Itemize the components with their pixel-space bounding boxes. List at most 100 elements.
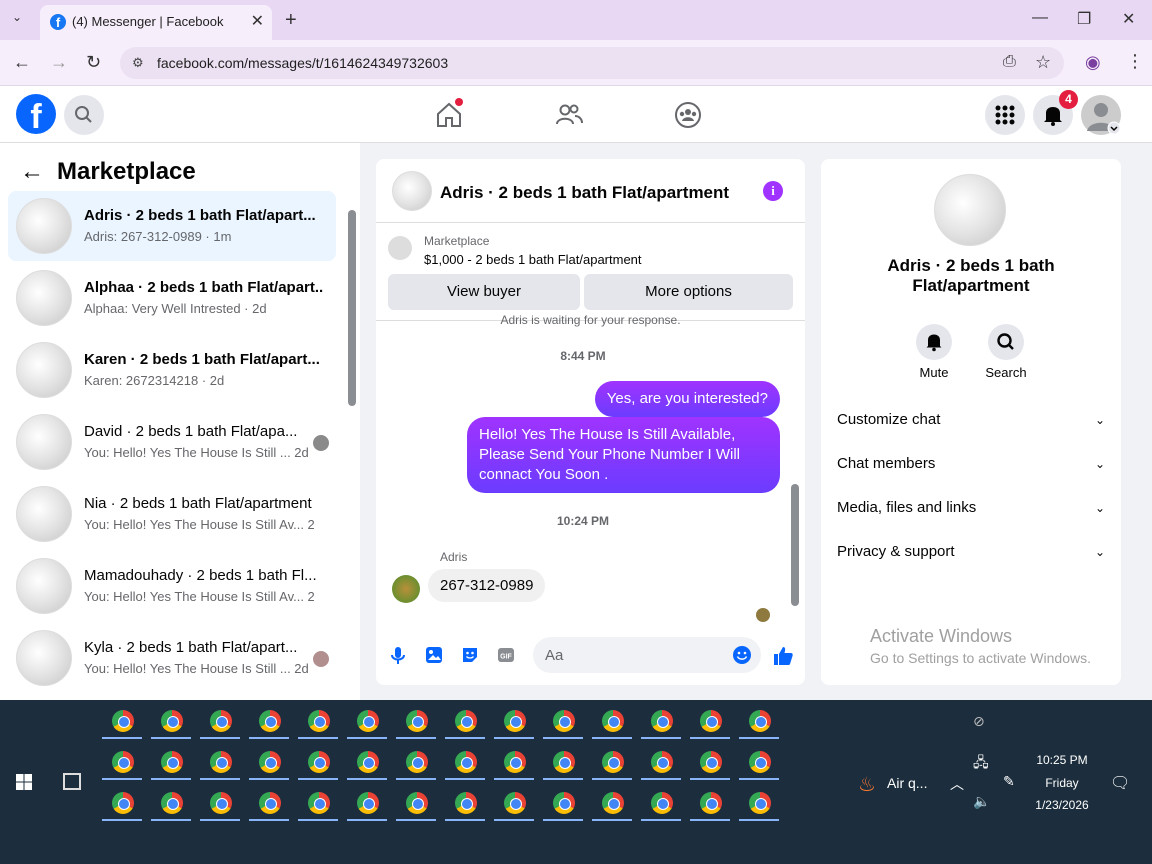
taskbar-app-icon[interactable]: [494, 744, 534, 780]
listing-price-title[interactable]: $1,000 - 2 beds 1 bath Flat/apartment: [424, 252, 642, 267]
notification-center-icon[interactable]: 🗨: [1110, 773, 1130, 793]
page-scrollbar[interactable]: [1138, 143, 1152, 700]
taskbar-app-icon[interactable]: [641, 703, 681, 739]
taskbar-app-icon[interactable]: [494, 785, 534, 821]
task-view-icon[interactable]: [63, 773, 81, 790]
back-arrow-icon[interactable]: ←: [20, 158, 44, 186]
taskbar-app-icon[interactable]: [445, 785, 485, 821]
customize-chat-row[interactable]: Customize chat ⌄: [837, 411, 1105, 435]
outgoing-message[interactable]: Hello! Yes The House Is Still Available,…: [467, 417, 780, 493]
search-in-chat-button[interactable]: [988, 324, 1024, 360]
browser-tab[interactable]: f (4) Messenger | Facebook ✕: [40, 5, 272, 40]
profile-icon[interactable]: ◉: [1085, 52, 1101, 73]
taskbar-app-icon[interactable]: [347, 703, 387, 739]
taskbar-app-icon[interactable]: [739, 744, 779, 780]
taskbar-app-icon[interactable]: [200, 744, 240, 780]
account-avatar[interactable]: [1081, 95, 1121, 135]
taskbar-app-icon[interactable]: [298, 744, 338, 780]
taskbar-app-icon[interactable]: [690, 785, 730, 821]
taskbar-app-icon[interactable]: [592, 703, 632, 739]
chat-title[interactable]: Adris · 2 beds 1 bath Flat/apartment: [440, 183, 729, 203]
taskbar-app-icon[interactable]: [151, 703, 191, 739]
taskbar-app-icon[interactable]: [494, 703, 534, 739]
sticker-icon[interactable]: [460, 645, 480, 665]
taskbar-app-icon[interactable]: [298, 785, 338, 821]
menu-button[interactable]: [985, 95, 1025, 135]
thumbs-up-icon[interactable]: [772, 645, 794, 667]
conversation-item-nia[interactable]: Nia · 2 beds 1 bath Flat/apartment You: …: [8, 479, 336, 549]
taskbar-app-icon[interactable]: [102, 785, 142, 821]
contact-avatar[interactable]: [934, 174, 1006, 246]
emoji-icon[interactable]: [732, 645, 752, 665]
taskbar-app-icon[interactable]: [249, 703, 289, 739]
groups-icon[interactable]: [673, 100, 703, 130]
taskbar-app-icon[interactable]: [445, 744, 485, 780]
minimize-icon[interactable]: —: [1032, 9, 1048, 27]
reload-icon[interactable]: ↻: [86, 52, 101, 73]
site-info-icon[interactable]: ⚙: [132, 55, 144, 71]
taskbar-app-icon[interactable]: [347, 785, 387, 821]
clock-date[interactable]: 1/23/2026: [1020, 798, 1104, 812]
taskbar-app-icon[interactable]: [200, 785, 240, 821]
taskbar-app-icon[interactable]: [543, 744, 583, 780]
listing-thumbnail[interactable]: [388, 236, 412, 260]
url-text[interactable]: facebook.com/messages/t/1614624349732603: [157, 55, 448, 71]
list-scrollbar[interactable]: [348, 210, 356, 406]
pen-icon[interactable]: ✎: [1003, 773, 1015, 790]
facebook-logo-icon[interactable]: f: [16, 94, 56, 136]
bookmark-star-icon[interactable]: ☆: [1035, 52, 1051, 73]
conversation-item-kyla[interactable]: Kyla · 2 beds 1 bath Flat/apart... You: …: [8, 623, 336, 693]
taskbar-app-icon[interactable]: [249, 785, 289, 821]
network-off-icon[interactable]: ⊘: [973, 713, 985, 730]
conversation-item-karen[interactable]: Karen · 2 beds 1 bath Flat/apart... Kare…: [8, 335, 336, 405]
conversation-item-adris[interactable]: Adris · 2 beds 1 bath Flat/apart... Adri…: [8, 191, 336, 261]
microphone-icon[interactable]: [388, 645, 408, 665]
taskbar-app-icon[interactable]: [102, 703, 142, 739]
taskbar-app-icon[interactable]: [445, 703, 485, 739]
photo-icon[interactable]: [424, 645, 444, 665]
friends-icon[interactable]: [554, 100, 584, 130]
taskbar-app-icon[interactable]: [739, 785, 779, 821]
taskbar-app-icon[interactable]: [200, 703, 240, 739]
gif-icon[interactable]: GIF: [496, 645, 516, 665]
taskbar-app-icon[interactable]: [543, 703, 583, 739]
weather-label[interactable]: Air q...: [887, 775, 927, 791]
taskbar-app-icon[interactable]: [151, 744, 191, 780]
taskbar-app-icon[interactable]: [347, 744, 387, 780]
incoming-message[interactable]: 267-312-0989: [428, 569, 546, 602]
sender-avatar[interactable]: [392, 575, 420, 603]
taskbar-app-icon[interactable]: [151, 785, 191, 821]
taskbar-app-icon[interactable]: [396, 703, 436, 739]
conversation-item-alphaa[interactable]: Alphaa · 2 beds 1 bath Flat/apart... Alp…: [8, 263, 336, 333]
forward-icon[interactable]: →: [50, 52, 68, 73]
network-icon[interactable]: 🖧: [973, 752, 989, 776]
back-icon[interactable]: ←: [13, 52, 31, 73]
conversation-item-david[interactable]: David · 2 beds 1 bath Flat/apa... You: H…: [8, 407, 336, 477]
taskbar-app-icon[interactable]: [641, 744, 681, 780]
info-icon[interactable]: i: [763, 181, 783, 201]
maximize-icon[interactable]: ❐: [1077, 9, 1091, 29]
install-app-icon[interactable]: ⎙: [1003, 53, 1016, 71]
view-buyer-button[interactable]: View buyer: [388, 274, 580, 310]
volume-icon[interactable]: 🔈: [973, 793, 990, 810]
clock-day[interactable]: Friday: [1020, 776, 1104, 790]
clock-time[interactable]: 10:25 PM: [1020, 753, 1104, 767]
more-options-button[interactable]: More options: [584, 274, 793, 310]
media-files-links-row[interactable]: Media, files and links ⌄: [837, 499, 1105, 523]
message-input[interactable]: [533, 637, 761, 673]
weather-icon[interactable]: ♨: [858, 772, 876, 797]
privacy-support-row[interactable]: Privacy & support ⌄: [837, 543, 1105, 567]
tab-search-icon[interactable]: ⌄: [12, 10, 22, 24]
taskbar-app-icon[interactable]: [249, 744, 289, 780]
taskbar-app-icon[interactable]: [690, 744, 730, 780]
close-window-icon[interactable]: ✕: [1122, 9, 1135, 29]
menu-kebab-icon[interactable]: ⋮: [1126, 51, 1144, 72]
chat-scrollbar[interactable]: [791, 484, 799, 606]
windows-start-icon[interactable]: [16, 774, 32, 790]
chat-members-row[interactable]: Chat members ⌄: [837, 455, 1105, 479]
close-tab-icon[interactable]: ✕: [251, 11, 264, 31]
omnibox[interactable]: ⚙ facebook.com/messages/t/16146243497326…: [120, 47, 1064, 79]
taskbar-app-icon[interactable]: [739, 703, 779, 739]
outgoing-message[interactable]: Yes, are you interested?: [594, 381, 780, 417]
taskbar-app-icon[interactable]: [592, 744, 632, 780]
